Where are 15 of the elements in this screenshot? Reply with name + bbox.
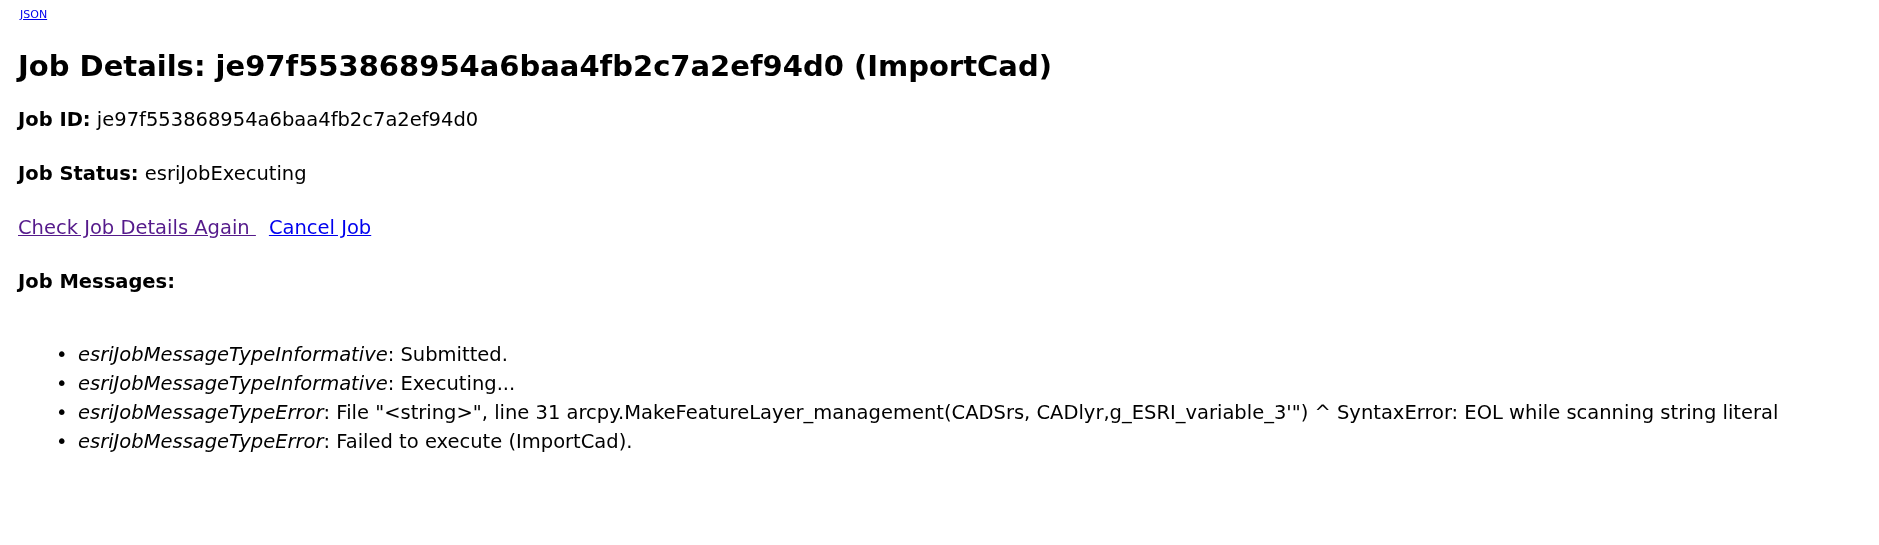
- bullet-mark: •: [56, 372, 69, 395]
- job-message: esriJobMessageTypeInformative: Submitted.: [78, 343, 508, 366]
- page-title: Job Details: je97f553868954a6baa4fb2c7a2ef94d0 (ImportCad): [18, 49, 1053, 83]
- bullet-mark: •: [56, 401, 69, 424]
- job-message: esriJobMessageTypeError: File "<string>", line 31 arcpy.MakeFeatureLayer_management(CADSrs, CADlyr,g_ESRI_variable_3'") ^ SyntaxError: EOL while scanning string literal: [78, 401, 1779, 424]
- json-link[interactable]: JSON: [20, 8, 48, 21]
- action-link[interactable]: Cancel Job: [268, 211, 372, 245]
- field-text: Job Status: esriJobExecuting: [18, 161, 308, 187]
- action-link[interactable]: Check Job Details Again: [18, 211, 256, 245]
- bullet-mark: •: [56, 430, 69, 453]
- field-text: Job ID: je97f553868954a6baa4fb2c7a2ef94d0: [18, 107, 480, 133]
- job-message: esriJobMessageTypeInformative: Executing...: [78, 372, 516, 395]
- job-message: esriJobMessageTypeError: Failed to execute (ImportCad).: [78, 430, 633, 453]
- bullet-mark: •: [56, 343, 69, 366]
- section-heading: Job Messages:: [18, 269, 176, 295]
